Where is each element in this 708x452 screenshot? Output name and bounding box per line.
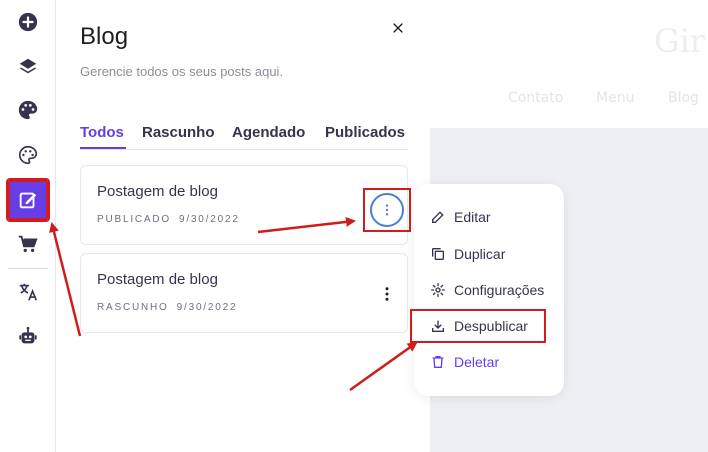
blog-panel: Blog Gerencie todos os seus posts aqui. … xyxy=(56,0,430,452)
add-icon[interactable] xyxy=(10,4,46,40)
menu-item-deletar[interactable]: Deletar xyxy=(430,350,499,374)
post-options-menu: Editar Duplicar Configurações Despublica… xyxy=(414,184,564,396)
post-status: RASCUNHO xyxy=(97,302,169,313)
preview-nav-blog[interactable]: Blog xyxy=(668,90,699,106)
post-meta: RASCUNHO 9/30/2022 xyxy=(97,302,245,313)
more-vertical-icon xyxy=(385,287,389,301)
layers-icon[interactable] xyxy=(10,49,46,85)
more-vertical-icon xyxy=(385,204,389,216)
translate-icon[interactable] xyxy=(10,274,46,310)
post-date: 9/30/2022 xyxy=(179,214,240,225)
post-title: Postagem de blog xyxy=(97,271,218,288)
tab-agendado[interactable]: Agendado xyxy=(232,124,305,141)
post-meta: PUBLICADO 9/30/2022 xyxy=(97,214,248,225)
menu-item-duplicar[interactable]: Duplicar xyxy=(430,242,505,266)
preview-nav-menu[interactable]: Menu xyxy=(596,90,634,106)
preview-header: Gir Contato Menu Blog xyxy=(430,0,708,128)
paint-palette-icon[interactable] xyxy=(10,137,46,173)
preview-brand: Gir xyxy=(654,22,706,60)
post-date: 9/30/2022 xyxy=(176,302,238,313)
tab-publicados[interactable]: Publicados xyxy=(325,124,405,141)
tab-todos[interactable]: Todos xyxy=(80,124,124,141)
close-button[interactable] xyxy=(386,16,410,40)
menu-item-label: Configurações xyxy=(454,282,545,298)
copy-icon xyxy=(432,248,444,260)
gear-icon xyxy=(431,283,445,297)
menu-item-label: Deletar xyxy=(454,354,500,370)
sidebar-divider xyxy=(8,268,48,269)
menu-item-configuracoes[interactable]: Configurações xyxy=(430,278,544,302)
robot-icon[interactable] xyxy=(10,318,46,354)
post-options-button[interactable] xyxy=(371,278,403,310)
post-status: PUBLICADO xyxy=(97,214,171,225)
post-options-button[interactable] xyxy=(363,188,411,232)
cart-icon[interactable] xyxy=(10,226,46,262)
post-card[interactable]: Postagem de blog PUBLICADO 9/30/2022 xyxy=(80,165,411,245)
menu-item-editar[interactable]: Editar xyxy=(430,205,491,229)
panel-title: Blog xyxy=(80,23,129,50)
active-tab-indicator xyxy=(80,147,126,149)
menu-item-label: Duplicar xyxy=(454,246,506,262)
palette-icon[interactable] xyxy=(10,92,46,128)
tab-rascunho[interactable]: Rascunho xyxy=(142,124,215,141)
close-icon xyxy=(393,23,403,33)
post-title: Postagem de blog xyxy=(97,183,218,200)
focus-ring xyxy=(370,193,404,227)
panel-subtitle: Gerencie todos os seus posts aqui. xyxy=(80,64,284,79)
annotation-highlight-despublicar xyxy=(410,309,546,343)
menu-item-label: Editar xyxy=(454,209,491,225)
post-card[interactable]: Postagem de blog RASCUNHO 9/30/2022 xyxy=(80,253,408,333)
preview-nav-contato[interactable]: Contato xyxy=(508,90,563,106)
edit-icon[interactable] xyxy=(6,178,50,222)
trash-icon xyxy=(432,356,444,368)
sidebar-rail xyxy=(0,0,56,452)
tab-bar: Todos Rascunho Agendado Publicados xyxy=(80,124,408,150)
pencil-icon xyxy=(432,211,444,223)
